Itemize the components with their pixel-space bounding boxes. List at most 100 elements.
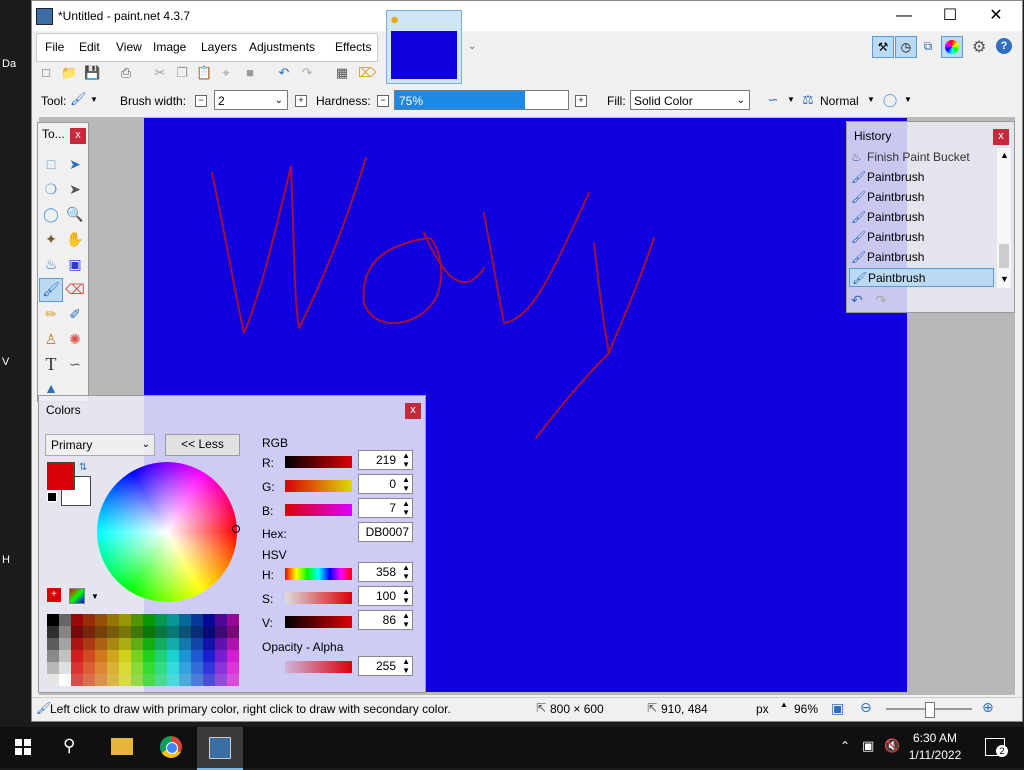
hex-input[interactable]: DB0007 — [358, 522, 413, 542]
ellipse-select-tool-icon[interactable]: ◯ — [41, 204, 61, 224]
zoom-value[interactable]: 96% — [794, 702, 818, 716]
print-icon[interactable]: ⎙ — [118, 65, 134, 81]
brush-width-input[interactable]: 2 ⌄ — [214, 90, 288, 110]
ruler-icon[interactable]: ⌦ — [358, 65, 376, 81]
hardness-decrease-button[interactable]: − — [377, 95, 389, 107]
volume-muted-icon[interactable]: 🔇 — [884, 738, 900, 754]
move-selection-tool-icon[interactable]: ➤ — [65, 179, 85, 199]
saturation-slider[interactable] — [285, 592, 352, 604]
tray-chevron-icon[interactable]: ⌃ — [840, 739, 850, 753]
history-undo-icon[interactable]: ↶ — [851, 292, 863, 309]
start-windows-icon[interactable] — [15, 739, 31, 755]
menu-view[interactable]: View — [116, 40, 142, 54]
rectangle-select-tool-icon[interactable]: □ — [41, 154, 61, 174]
palette-dropdown-icon[interactable]: ▼ — [91, 592, 99, 601]
green-input[interactable]: 0 ▲ ▼ — [358, 474, 413, 494]
add-to-palette-icon[interactable]: + — [47, 588, 61, 602]
text-tool-icon[interactable]: T — [41, 354, 61, 374]
file-explorer-icon[interactable] — [111, 738, 133, 755]
fill-select[interactable]: Solid Color ⌄ — [630, 90, 750, 110]
value-slider[interactable] — [285, 616, 352, 628]
history-scrollbar[interactable]: ▲ ▼ — [997, 148, 1011, 288]
grid-icon[interactable]: ▦ — [334, 65, 350, 81]
zoom-out-icon[interactable]: ⊖ — [860, 699, 872, 716]
green-slider[interactable] — [285, 480, 352, 492]
menu-adjustments[interactable]: Adjustments — [249, 40, 315, 54]
paste-icon[interactable]: 📋 — [196, 65, 212, 81]
history-window-icon[interactable]: ◷ — [895, 36, 917, 58]
hardness-increase-button[interactable]: + — [575, 95, 587, 107]
deselect-icon[interactable]: ■ — [242, 65, 258, 81]
history-item[interactable]: 🖌 Paintbrush — [849, 248, 994, 267]
color-picker-tool-icon[interactable]: ✐ — [65, 304, 85, 324]
menu-file[interactable]: File — [45, 40, 64, 54]
redo-icon[interactable]: ↷ — [299, 65, 315, 81]
history-item[interactable]: 🖌 Paintbrush — [849, 228, 994, 247]
history-item-selected[interactable]: 🖌 Paintbrush — [849, 268, 994, 287]
blend-mode-value[interactable]: Normal — [820, 94, 859, 108]
colors-panel-close-button[interactable]: x — [405, 403, 421, 419]
minimize-button[interactable]: — — [881, 1, 927, 31]
open-file-icon[interactable]: 📁 — [61, 65, 77, 81]
zoom-slider-thumb[interactable] — [925, 702, 935, 718]
colors-window-icon[interactable] — [941, 36, 963, 58]
tool-dropdown-icon[interactable]: ▼ — [90, 95, 98, 104]
antialiasing-dropdown-icon[interactable]: ▼ — [787, 95, 795, 104]
history-redo-icon[interactable]: ↷ — [875, 292, 887, 309]
units-select[interactable]: px — [756, 702, 769, 716]
maximize-button[interactable]: ☐ — [927, 1, 973, 31]
history-item[interactable]: ♨ Finish Paint Bucket — [849, 148, 994, 167]
crop-icon[interactable]: ⌖ — [218, 65, 234, 81]
value-input[interactable]: 86 ▲ ▼ — [358, 610, 413, 630]
selection-clipping-icon[interactable]: ◯ — [882, 92, 898, 108]
alpha-slider[interactable] — [285, 661, 352, 673]
blend-mode-dropdown-icon[interactable]: ▼ — [867, 95, 875, 104]
menu-image[interactable]: Image — [153, 40, 186, 54]
clone-stamp-tool-icon[interactable]: ♙ — [41, 329, 61, 349]
palette-menu-icon[interactable] — [69, 588, 85, 604]
color-palette-grid[interactable] — [47, 614, 239, 686]
search-icon[interactable]: ⚲ — [63, 736, 75, 756]
zoom-to-window-icon[interactable]: ▣ — [831, 700, 844, 717]
paintbrush-tool-icon[interactable]: 🖌 — [70, 91, 87, 107]
recolor-tool-icon[interactable]: ✺ — [65, 329, 85, 349]
title-bar[interactable]: *Untitled - paint.net 4.3.7 — ☐ ✕ — [32, 1, 1022, 31]
red-input[interactable]: 219 ▲ ▼ — [358, 450, 413, 470]
menu-layers[interactable]: Layers — [201, 40, 237, 54]
history-item[interactable]: 🖌 Paintbrush — [849, 188, 994, 207]
lasso-select-tool-icon[interactable]: ❍ — [41, 179, 61, 199]
palette-swatches[interactable] — [47, 614, 239, 686]
history-item[interactable]: 🖌 Paintbrush — [849, 208, 994, 227]
history-panel-close-button[interactable]: x — [993, 129, 1009, 145]
selection-clipping-dropdown-icon[interactable]: ▼ — [904, 95, 912, 104]
settings-gear-icon[interactable]: ⚙ — [972, 37, 986, 57]
red-slider[interactable] — [285, 456, 352, 468]
blue-input[interactable]: 7 ▲ ▼ — [358, 498, 413, 518]
color-wheel-marker[interactable] — [232, 525, 240, 533]
tools-panel-close-button[interactable]: x — [70, 128, 86, 144]
thumbnail-dropdown-icon[interactable]: ⌄ — [468, 41, 476, 52]
clock-date[interactable]: 1/11/2022 — [900, 748, 970, 762]
close-button[interactable]: ✕ — [973, 1, 1019, 31]
pan-tool-icon[interactable]: ✋ — [65, 229, 85, 249]
less-button[interactable]: << Less — [165, 434, 240, 456]
units-dropdown-icon[interactable]: ▲ — [780, 700, 788, 709]
hue-input[interactable]: 358 ▲ ▼ — [358, 562, 413, 582]
paint-bucket-tool-icon[interactable]: ♨ — [41, 254, 61, 274]
magic-wand-tool-icon[interactable]: ✦ — [41, 229, 61, 249]
history-item[interactable]: 🖌 Paintbrush — [849, 168, 994, 187]
hardness-slider[interactable]: 75% — [394, 90, 569, 110]
brush-width-increase-button[interactable]: + — [295, 95, 307, 107]
zoom-in-icon[interactable]: ⊕ — [982, 699, 994, 716]
layers-window-icon[interactable]: ⧉ — [918, 36, 938, 56]
paintbrush-tool-icon[interactable]: 🖌 — [39, 278, 63, 302]
new-file-icon[interactable]: □ — [38, 65, 54, 81]
menu-effects[interactable]: Effects — [335, 40, 371, 54]
blue-slider[interactable] — [285, 504, 352, 516]
eraser-tool-icon[interactable]: ⌫ — [65, 279, 85, 299]
pencil-tool-icon[interactable]: ✏ — [41, 304, 61, 324]
menu-edit[interactable]: Edit — [79, 40, 100, 54]
cut-icon[interactable]: ✂ — [152, 65, 168, 81]
antialiasing-icon[interactable]: ∽ — [765, 92, 781, 108]
copy-icon[interactable]: ❐ — [174, 65, 190, 81]
